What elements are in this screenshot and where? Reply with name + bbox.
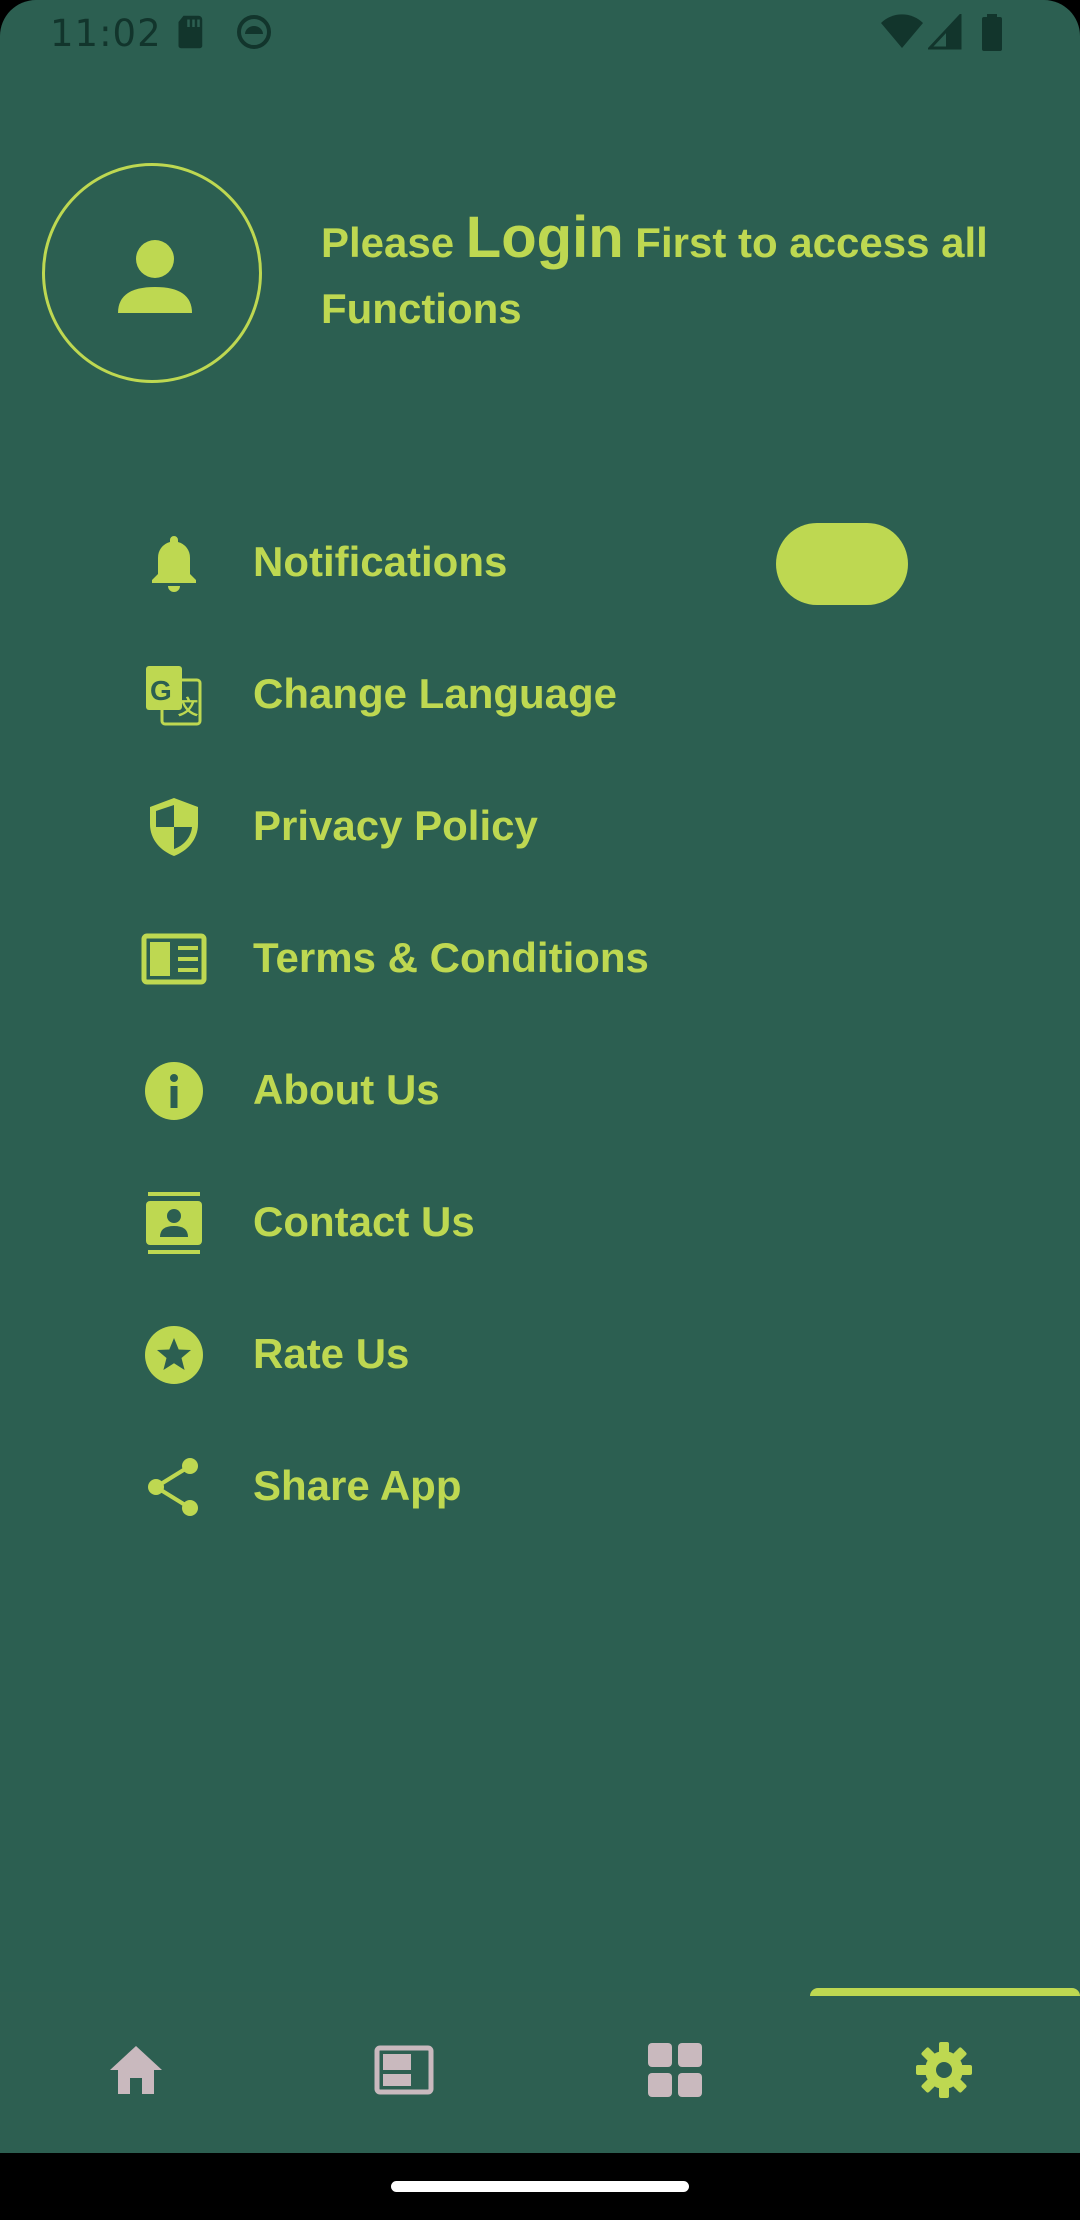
gesture-home-bar[interactable] [391, 2181, 689, 2192]
menu-item-about-us[interactable]: About Us [140, 1040, 980, 1140]
home-icon[interactable] [106, 2040, 166, 2100]
wifi-icon [881, 14, 923, 48]
menu-label: About Us [253, 1066, 440, 1113]
avatar[interactable] [42, 163, 262, 383]
svg-text:文: 文 [178, 695, 199, 719]
settings-icon[interactable] [914, 2040, 974, 2100]
menu-label: Share App [253, 1462, 462, 1509]
status-bar: 11:02 [0, 0, 1080, 70]
grid-icon[interactable] [645, 2040, 705, 2100]
login-prefix: Please [321, 219, 466, 266]
person-icon [118, 240, 192, 313]
android-debug-icon [237, 15, 271, 49]
article-icon [141, 933, 207, 985]
menu-item-terms-conditions[interactable]: Terms & Conditions [140, 908, 980, 1008]
menu-item-contact-us[interactable]: Contact Us [140, 1172, 980, 1272]
share-icon [148, 1458, 198, 1516]
menu-label: Rate Us [253, 1330, 410, 1377]
sd-card-icon [178, 15, 203, 49]
translate-icon: G 文 [146, 666, 202, 726]
menu-label: Notifications [253, 538, 508, 585]
notifications-toggle[interactable] [776, 523, 908, 605]
menu-label: Change Language [253, 670, 618, 717]
status-time: 11:02 [50, 12, 162, 55]
settings-screen: 11:02 Please Login First to access all F… [0, 0, 1080, 2153]
menu-label: Privacy Policy [253, 802, 538, 849]
svg-text:G: G [150, 675, 172, 706]
contact-icon [146, 1192, 202, 1254]
bell-icon [152, 536, 196, 592]
menu-item-privacy-policy[interactable]: Privacy Policy [140, 776, 980, 876]
featured-video-icon[interactable] [374, 2040, 434, 2100]
signal-icon [928, 14, 962, 50]
shield-icon [150, 798, 198, 856]
nav-selected-indicator [810, 1988, 1080, 1996]
login-link[interactable]: Login [466, 205, 624, 270]
menu-item-change-language[interactable]: G 文 Change Language [140, 644, 980, 744]
battery-icon [982, 14, 1002, 51]
menu-label: Terms & Conditions [253, 934, 649, 981]
star-icon [145, 1326, 203, 1384]
menu-item-share-app[interactable]: Share App [140, 1436, 980, 1536]
login-prompt[interactable]: Please Login First to access all Functio… [321, 205, 1041, 342]
menu-item-rate-us[interactable]: Rate Us [140, 1304, 980, 1404]
info-icon [145, 1062, 203, 1120]
menu-label: Contact Us [253, 1198, 475, 1245]
